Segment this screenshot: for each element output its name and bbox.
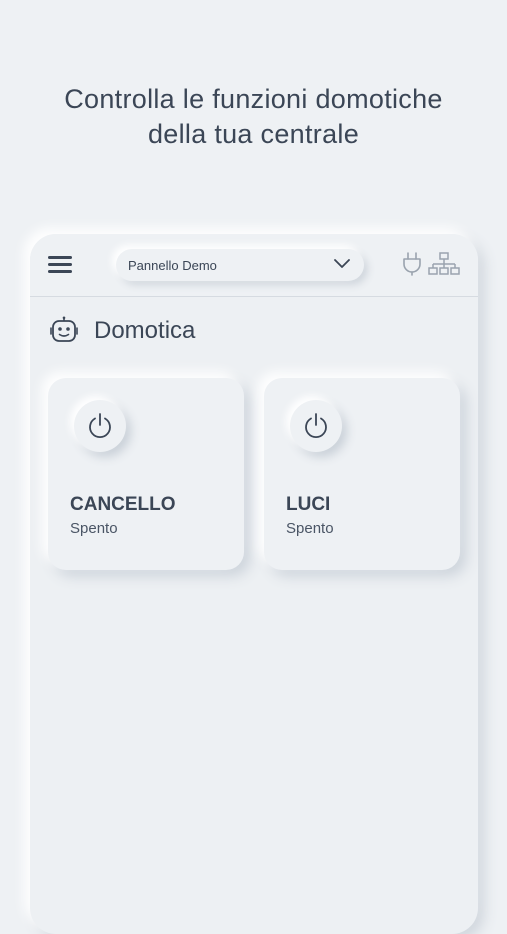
device-card-luci[interactable]: LUCI Spento: [264, 378, 460, 570]
robot-icon: [50, 316, 78, 342]
network-icon[interactable]: [428, 252, 460, 276]
device-status: Spento: [286, 520, 334, 537]
panel-select[interactable]: Pannello Demo: [116, 249, 364, 281]
promo-line-1: Controlla le funzioni domotiche: [64, 84, 443, 114]
plug-icon[interactable]: [402, 252, 422, 276]
top-bar: Pannello Demo: [30, 234, 478, 297]
device-name: LUCI: [286, 494, 331, 515]
power-icon: [305, 413, 327, 439]
section-title: Domotica: [94, 317, 196, 344]
power-button[interactable]: [290, 400, 342, 452]
device-name: CANCELLO: [70, 494, 176, 515]
device-status: Spento: [70, 520, 118, 537]
power-button[interactable]: [74, 400, 126, 452]
chevron-down-icon: [334, 259, 350, 268]
device-card-cancello[interactable]: CANCELLO Spento: [48, 378, 244, 570]
promo-line-2: della tua centrale: [147, 119, 360, 149]
panel-select-value: Pannello Demo: [128, 258, 217, 273]
app-screen: Pannello Demo Domotica CANCELLO Spento L…: [30, 234, 478, 934]
menu-icon[interactable]: [48, 256, 72, 274]
power-icon: [89, 413, 111, 439]
promo-headline: Controlla le funzioni domotiche della tu…: [0, 82, 507, 152]
